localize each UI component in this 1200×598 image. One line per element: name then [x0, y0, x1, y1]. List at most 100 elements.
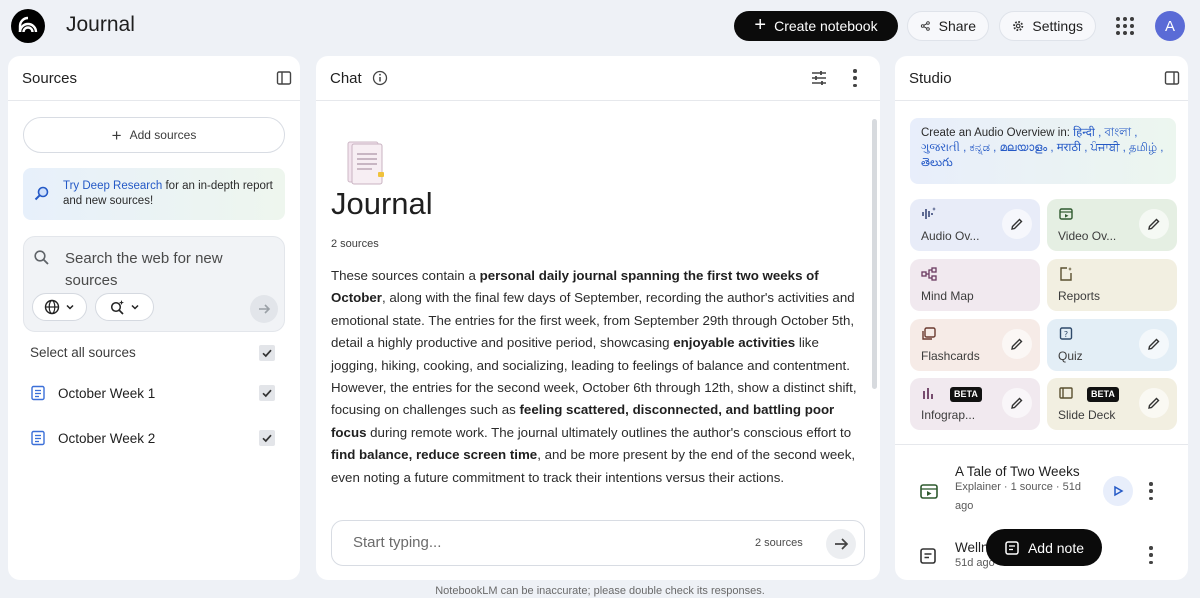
apps-grid-icon[interactable] [1115, 16, 1135, 36]
note-meta: Explainer · 1 source · 51d ago [955, 481, 1081, 512]
share-icon [920, 21, 930, 31]
search-sparkle-icon [34, 186, 49, 201]
create-notebook-label: Create notebook [774, 18, 878, 34]
search-input[interactable]: Search the web for new sources [65, 248, 245, 292]
create-notebook-button[interactable]: + Create notebook [734, 11, 898, 41]
search-submit-button[interactable] [250, 295, 278, 323]
video-explainer-icon [920, 484, 938, 499]
pencil-icon [1148, 218, 1160, 230]
send-button[interactable] [826, 529, 856, 559]
infographic-icon [923, 388, 933, 399]
globe-icon [44, 299, 60, 315]
flashcards-icon [922, 327, 936, 340]
avatar[interactable]: A [1155, 11, 1185, 41]
pencil-icon [1011, 338, 1023, 350]
pencil-icon [1148, 338, 1160, 350]
chat-source-count: 2 sources [755, 537, 803, 549]
deep-research-text: Try Deep Research for an in-depth report… [63, 179, 275, 209]
video-icon [1059, 208, 1073, 220]
document-icon [31, 385, 45, 401]
select-all-label: Select all sources [30, 345, 136, 360]
sparkle-search-icon [110, 300, 124, 315]
collapse-panel-icon[interactable] [1162, 68, 1182, 88]
mind-map-icon [921, 267, 937, 281]
divider [895, 444, 1188, 445]
info-icon[interactable] [370, 68, 390, 88]
slide-deck-tile[interactable]: BETA Slide Deck [1047, 378, 1177, 430]
pencil-icon [1148, 397, 1160, 409]
source-checkbox-october-week-2[interactable] [259, 430, 275, 446]
summary-highlight: enjoyable activities [673, 335, 796, 351]
chat-input[interactable]: Start typing... [353, 534, 441, 551]
flashcards-tile[interactable]: Flashcards [910, 319, 1040, 371]
plus-icon: + [754, 14, 767, 36]
sources-title: Sources [22, 69, 78, 87]
source-count: 2 sources [331, 238, 379, 250]
chat-input-box[interactable]: Start typing... 2 sources [331, 520, 865, 566]
source-checkbox-october-week-1[interactable] [259, 385, 275, 401]
slide-deck-icon [1059, 387, 1073, 399]
more-options-icon[interactable] [1148, 482, 1154, 500]
beta-badge: BETA [1087, 387, 1119, 402]
chat-header: Chat [316, 56, 880, 101]
summary-text: during remote work. The journal ultimate… [366, 424, 852, 440]
more-options-icon[interactable] [845, 68, 865, 88]
deep-research-link[interactable]: Try Deep Research [63, 180, 162, 192]
tile-label: Quiz [1058, 349, 1083, 363]
chevron-down-icon [131, 304, 139, 310]
notebook-emoji-icon [347, 141, 384, 185]
tile-label: Flashcards [921, 349, 980, 363]
add-note-label: Add note [1027, 539, 1085, 556]
edit-button[interactable] [1139, 209, 1169, 239]
infographic-tile[interactable]: BETA Infograp... [910, 378, 1040, 430]
settings-button[interactable]: Settings [999, 11, 1096, 41]
notebook-heading: Journal [331, 186, 433, 221]
select-all-checkbox[interactable] [259, 345, 275, 361]
quiz-tile[interactable]: ? Quiz [1047, 319, 1177, 371]
summary-highlight: find balance, reduce screen time [331, 447, 538, 463]
chat-scrollbar[interactable] [872, 119, 877, 389]
chat-panel: Chat Journal 2 sources These sources con… [316, 56, 880, 580]
checkmark-icon [262, 434, 272, 443]
reports-tile[interactable]: Reports [1047, 259, 1177, 311]
edit-button[interactable] [1139, 329, 1169, 359]
source-item-october-week-2[interactable]: October Week 2 [30, 428, 155, 448]
deep-research-banner[interactable]: Try Deep Research for an in-depth report… [23, 168, 285, 220]
research-mode-dropdown[interactable] [95, 293, 154, 321]
document-icon [31, 430, 45, 446]
studio-header: Studio [895, 56, 1188, 101]
add-note-button[interactable]: Add note [986, 529, 1102, 566]
more-options-icon[interactable] [1148, 546, 1154, 564]
edit-button[interactable] [1002, 388, 1032, 418]
share-button[interactable]: Share [907, 11, 989, 41]
quiz-icon: ? [1059, 327, 1073, 340]
tune-settings-icon[interactable] [809, 68, 829, 88]
edit-button[interactable] [1002, 209, 1032, 239]
play-icon [1114, 485, 1124, 497]
notebook-title[interactable]: Journal [66, 13, 135, 37]
edit-button[interactable] [1139, 388, 1169, 418]
notebooklm-logo-icon[interactable] [11, 9, 45, 43]
note-title: Welln [955, 540, 989, 555]
add-sources-button[interactable]: + Add sources [23, 117, 285, 153]
mind-map-tile[interactable]: Mind Map [910, 259, 1040, 311]
play-button[interactable] [1103, 476, 1133, 506]
source-item-october-week-1[interactable]: October Week 1 [30, 383, 155, 403]
chevron-down-icon [66, 304, 74, 310]
note-title: A Tale of Two Weeks [955, 464, 1080, 479]
tile-label: Audio Ov... [921, 229, 980, 243]
arrow-right-icon [259, 304, 271, 314]
collapse-panel-icon[interactable] [274, 68, 294, 88]
web-source-dropdown[interactable] [32, 293, 87, 321]
svg-text:?: ? [1064, 330, 1068, 339]
web-search-box[interactable]: Search the web for new sources [23, 236, 285, 332]
checkmark-icon [262, 349, 272, 358]
share-label: Share [938, 18, 976, 34]
note-icon [920, 548, 936, 564]
audio-overview-tile[interactable]: Audio Ov... [910, 199, 1040, 251]
video-overview-tile[interactable]: Video Ov... [1047, 199, 1177, 251]
top-bar: Journal + Create notebook Share Settings… [0, 0, 1200, 52]
chat-title: Chat [330, 69, 362, 87]
edit-button[interactable] [1002, 329, 1032, 359]
audio-waveform-icon [922, 207, 936, 219]
